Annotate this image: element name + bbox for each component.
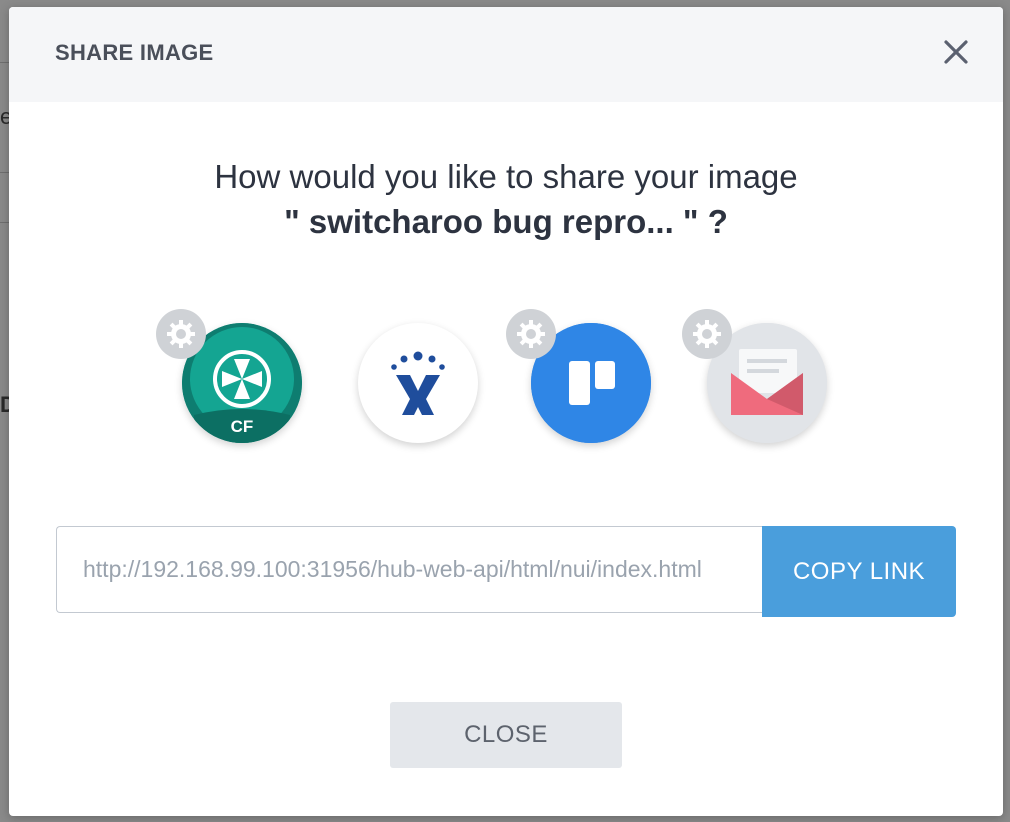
dialog-title: SHARE IMAGE: [55, 40, 214, 65]
codefresh-settings-button[interactable]: [156, 309, 206, 359]
dialog-header: SHARE IMAGE: [9, 7, 1003, 102]
close-icon[interactable]: [941, 37, 971, 67]
share-image-dialog: SHARE IMAGE How would you like to share …: [9, 7, 1003, 816]
email-settings-button[interactable]: [682, 309, 732, 359]
close-button[interactable]: CLOSE: [390, 702, 622, 768]
image-name: " switcharoo bug repro... " ?: [284, 203, 728, 240]
gear-icon: [517, 320, 545, 348]
trello-settings-button[interactable]: [506, 309, 556, 359]
share-link-row: COPY LINK: [56, 526, 956, 617]
share-jira-button[interactable]: [358, 323, 478, 443]
gear-icon: [693, 320, 721, 348]
prompt-question: How would you like to share your image: [214, 158, 798, 195]
share-link-input[interactable]: [56, 526, 762, 613]
copy-link-button[interactable]: COPY LINK: [762, 526, 956, 617]
jira-icon: [391, 351, 445, 415]
share-prompt: How would you like to share your image "…: [9, 155, 1003, 245]
codefresh-badge: CF: [230, 417, 254, 436]
gear-icon: [167, 320, 195, 348]
